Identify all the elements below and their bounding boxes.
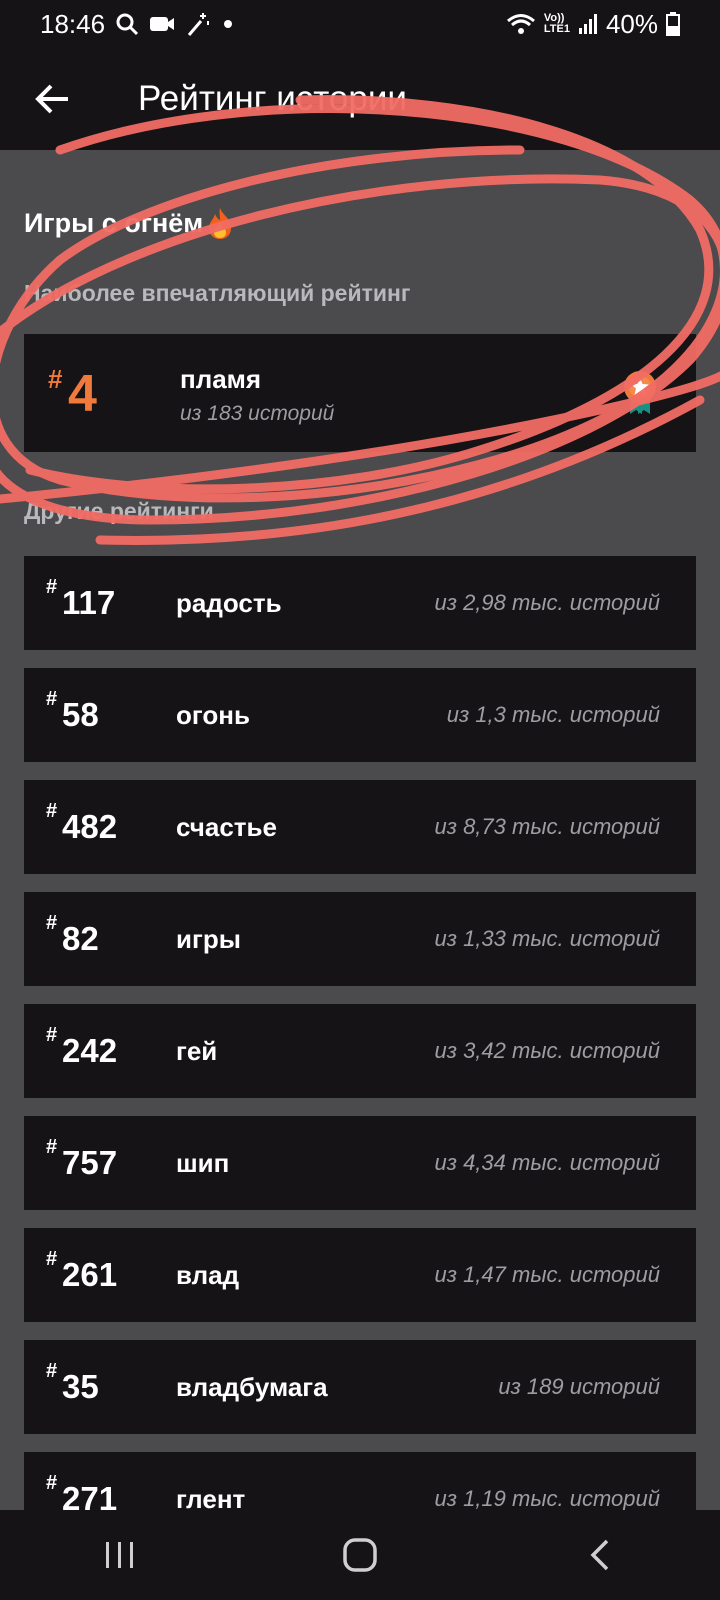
other-ratings-label: Другие рейтинги bbox=[24, 498, 214, 524]
featured-story-count: из 183 историй bbox=[180, 402, 335, 425]
rank-hash: # bbox=[46, 688, 58, 710]
rank-number: 482 bbox=[62, 808, 118, 845]
back-button[interactable] bbox=[22, 69, 82, 129]
fire-icon bbox=[209, 208, 232, 239]
rank-tag: владбумага bbox=[176, 1372, 328, 1402]
rank-number: 271 bbox=[62, 1480, 118, 1510]
page-title: Рейтинг истории bbox=[138, 79, 407, 118]
battery-icon bbox=[666, 12, 680, 36]
rank-story-count: из 2,98 тыс. историй bbox=[434, 590, 661, 615]
wifi-icon bbox=[506, 12, 536, 36]
system-nav-bar bbox=[0, 1510, 720, 1600]
home-icon bbox=[343, 1538, 377, 1572]
rank-number: 35 bbox=[62, 1368, 99, 1405]
featured-hash: # bbox=[48, 364, 63, 394]
rank-number: 242 bbox=[62, 1032, 118, 1069]
rank-hash: # bbox=[46, 1360, 58, 1382]
rank-tag: огонь bbox=[176, 700, 250, 730]
rank-number: 757 bbox=[62, 1144, 118, 1181]
rank-card[interactable]: # 242 гей из 3,42 тыс. историй bbox=[24, 1004, 696, 1098]
rank-number: 117 bbox=[62, 584, 116, 621]
signal-icon bbox=[578, 13, 598, 35]
system-back-button[interactable] bbox=[555, 1520, 645, 1590]
rank-tag: игры bbox=[176, 924, 241, 954]
rank-card[interactable]: # 482 счастье из 8,73 тыс. историй bbox=[24, 780, 696, 874]
rank-card[interactable]: # 261 влад из 1,47 тыс. историй bbox=[24, 1228, 696, 1322]
app-bar: Рейтинг истории bbox=[0, 48, 720, 150]
rank-tag: счастье bbox=[176, 812, 277, 842]
rank-card[interactable]: # 58 огонь из 1,3 тыс. историй bbox=[24, 668, 696, 762]
rank-tag: радость bbox=[176, 588, 282, 618]
rank-hash: # bbox=[46, 1472, 58, 1494]
notification-dot-icon bbox=[221, 17, 235, 31]
rank-hash: # bbox=[46, 1136, 58, 1158]
status-left: 18:46 bbox=[40, 9, 235, 40]
rank-hash: # bbox=[46, 912, 58, 934]
battery-percent: 40% bbox=[605, 8, 658, 39]
rank-card[interactable]: # 271 глент из 1,19 тыс. историй bbox=[24, 1452, 696, 1510]
rank-card[interactable]: # 757 шип из 4,34 тыс. историй bbox=[24, 1116, 696, 1210]
arrow-left-icon bbox=[35, 84, 68, 114]
rank-story-count: из 1,47 тыс. историй bbox=[434, 1262, 661, 1287]
content-scroll[interactable]: Игры с огнём Наиболее впечатляющий рейти… bbox=[0, 150, 720, 1510]
chevron-left-icon bbox=[590, 1539, 609, 1571]
home-button[interactable] bbox=[315, 1520, 405, 1590]
rank-story-count: из 8,73 тыс. историй bbox=[434, 814, 661, 839]
rank-story-count: из 189 историй bbox=[498, 1374, 660, 1399]
video-call-icon bbox=[149, 14, 175, 34]
rank-number: 82 bbox=[62, 920, 99, 957]
volte-label: Vo)) LTE1 bbox=[544, 13, 570, 35]
rank-story-count: из 1,19 тыс. историй bbox=[434, 1486, 661, 1510]
status-bar: 18:46 Vo)) LTE1 40% bbox=[0, 0, 720, 48]
search-icon bbox=[115, 12, 139, 36]
recent-apps-icon bbox=[106, 1542, 133, 1568]
rank-tag: глент bbox=[176, 1484, 246, 1510]
recent-apps-button[interactable] bbox=[75, 1520, 165, 1590]
featured-tag: пламя bbox=[180, 364, 262, 394]
featured-rank-number: 4 bbox=[68, 365, 97, 423]
rank-list: # 117 радость из 2,98 тыс. историй # 58 … bbox=[24, 556, 696, 1510]
rank-number: 58 bbox=[62, 696, 99, 733]
rank-hash: # bbox=[46, 576, 58, 598]
rank-number: 261 bbox=[62, 1256, 118, 1293]
rank-hash: # bbox=[46, 1248, 58, 1270]
rank-card[interactable]: # 117 радость из 2,98 тыс. историй bbox=[24, 556, 696, 650]
rank-tag: гей bbox=[176, 1036, 218, 1066]
rank-hash: # bbox=[46, 1024, 58, 1046]
network-text: LTE1 bbox=[543, 23, 570, 35]
rank-tag: влад bbox=[176, 1260, 240, 1290]
section-subtitle: Наиболее впечатляющий рейтинг bbox=[24, 280, 411, 306]
rank-hash: # bbox=[46, 800, 58, 822]
featured-rank-card[interactable]: # 4 пламя из 183 историй bbox=[24, 334, 696, 452]
section-title: Игры с огнём bbox=[24, 206, 235, 240]
rank-card[interactable]: # 35 владбумага из 189 историй bbox=[24, 1340, 696, 1434]
section-title-text: Игры с огнём bbox=[24, 207, 204, 238]
medal-icon bbox=[624, 371, 656, 414]
status-right: Vo)) LTE1 40% bbox=[506, 9, 680, 40]
rank-story-count: из 4,34 тыс. историй bbox=[434, 1150, 661, 1175]
rank-story-count: из 1,33 тыс. историй bbox=[434, 926, 661, 951]
rank-tag: шип bbox=[176, 1148, 230, 1178]
rank-card[interactable]: # 82 игры из 1,33 тыс. историй bbox=[24, 892, 696, 986]
rank-story-count: из 3,42 тыс. историй bbox=[434, 1038, 661, 1063]
magic-wand-icon bbox=[185, 11, 211, 37]
status-time: 18:46 bbox=[40, 8, 106, 39]
rank-story-count: из 1,3 тыс. историй bbox=[446, 702, 660, 727]
